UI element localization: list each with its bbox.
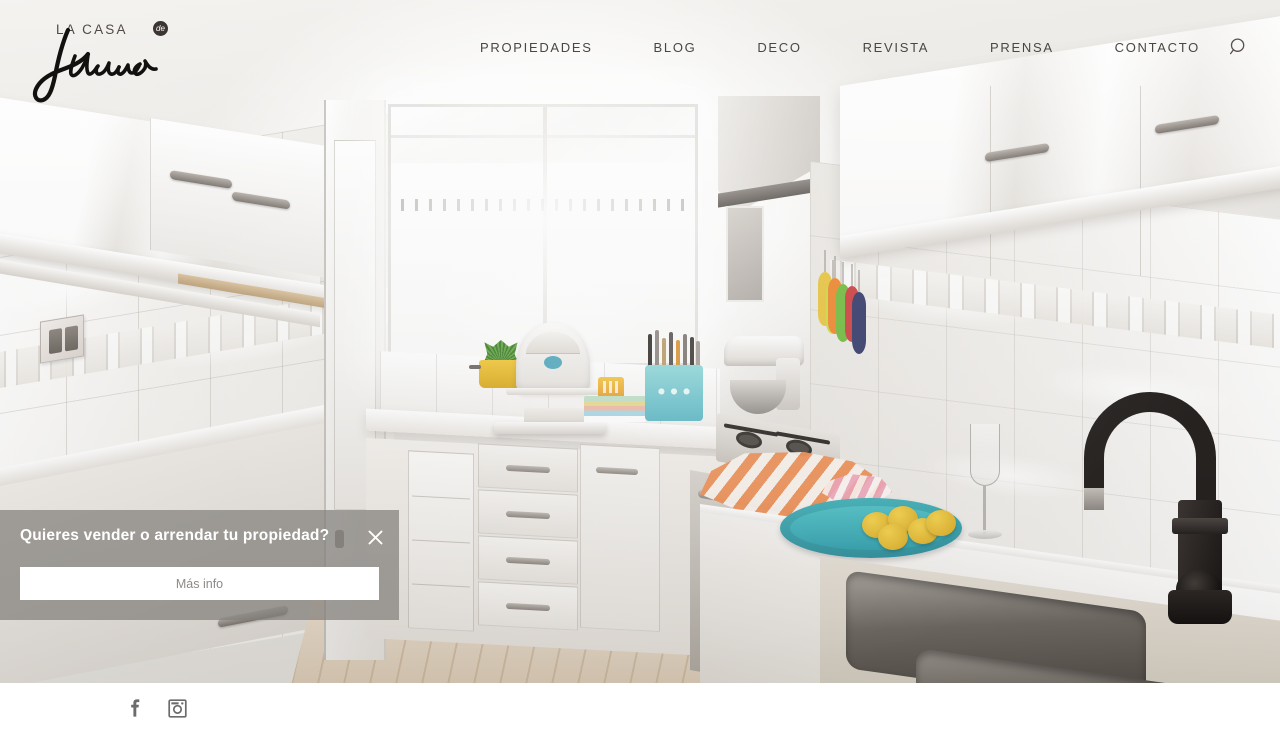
promo-popup: Quieres vender o arrendar tu propiedad? …	[0, 510, 399, 620]
photo-stand-mixer	[718, 336, 804, 420]
instagram-icon	[167, 698, 187, 718]
page-root: LA CASA de Juana PROPIEDADES BLOG DECO R…	[0, 0, 1280, 733]
main-navigation[interactable]: PROPIEDADES BLOG DECO REVISTA PRENSA CON…	[480, 34, 1200, 60]
nav-item-prensa[interactable]: PRENSA	[990, 40, 1054, 55]
photo-stacked-books	[584, 396, 646, 422]
photo-lemon	[926, 510, 956, 536]
logo-script-juana: Juana	[32, 27, 158, 103]
nav-item-revista[interactable]: REVISTA	[863, 40, 930, 55]
nav-item-contacto[interactable]: CONTACTO	[1115, 40, 1200, 55]
photo-wine-glass	[966, 424, 1004, 554]
promo-popup-close-button[interactable]	[363, 525, 387, 549]
footer-social-links	[124, 697, 188, 719]
photo-turquoise-utensil-holder	[645, 365, 703, 421]
site-footer	[0, 683, 1280, 733]
photo-utensils	[646, 330, 702, 370]
photo-black-faucet	[1070, 392, 1232, 644]
promo-popup-title: Quieres vender o arrendar tu propiedad?	[20, 527, 330, 544]
site-logo[interactable]: LA CASA de Juana	[28, 10, 168, 103]
photo-cabinet-seam	[990, 85, 991, 277]
promo-popup-more-info-button[interactable]: Más info	[20, 567, 379, 600]
social-link-instagram[interactable]	[166, 697, 188, 719]
photo-cabinet-seam	[1140, 85, 1141, 277]
nav-item-deco[interactable]: DECO	[757, 40, 801, 55]
search-icon	[1229, 38, 1245, 55]
facebook-icon	[131, 699, 140, 717]
nav-item-propiedades[interactable]: PROPIEDADES	[480, 40, 593, 55]
photo-hood-glass	[726, 206, 764, 302]
photo-hanging-decor	[852, 270, 866, 354]
close-icon	[368, 530, 382, 544]
photo-lemon	[878, 524, 908, 550]
nav-item-blog[interactable]: BLOG	[654, 40, 697, 55]
site-header: LA CASA de Juana PROPIEDADES BLOG DECO R…	[0, 0, 1280, 103]
search-button[interactable]	[1225, 33, 1253, 61]
photo-wall-outlet	[40, 314, 84, 364]
social-link-facebook[interactable]	[124, 697, 146, 719]
photo-open-shelf-cubby	[408, 450, 474, 632]
